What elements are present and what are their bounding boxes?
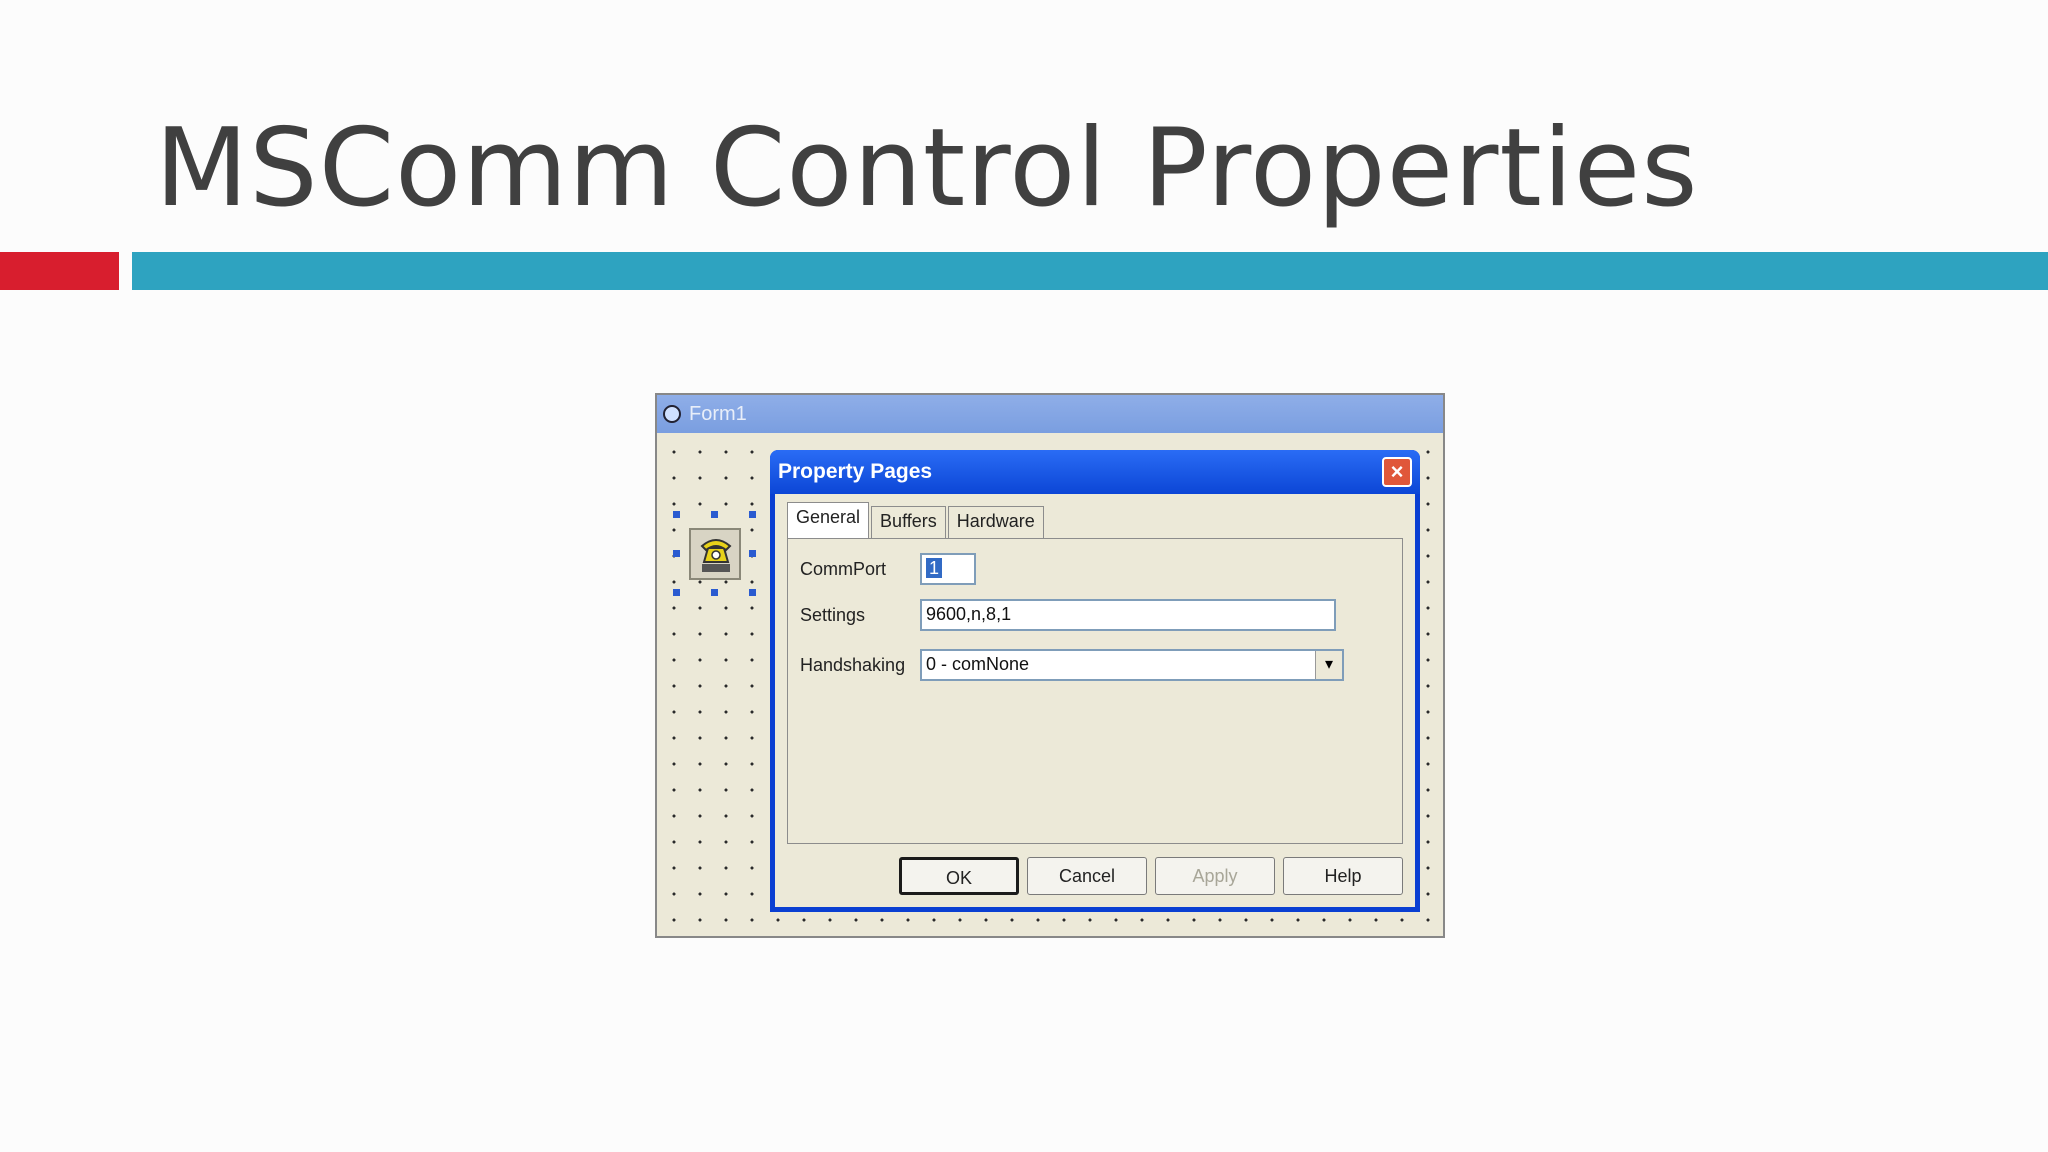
commport-label: CommPort bbox=[800, 558, 887, 579]
tab-buffers[interactable]: Buffers bbox=[871, 506, 946, 539]
tab-hardware[interactable]: Hardware bbox=[947, 506, 1044, 539]
help-button[interactable]: Help bbox=[1283, 857, 1403, 895]
ok-button[interactable]: OK bbox=[899, 857, 1019, 895]
form1-title: Form1 bbox=[689, 402, 747, 425]
title-accent-teal-bar bbox=[132, 252, 2048, 290]
handshaking-label: Handshaking bbox=[800, 654, 906, 675]
cancel-button[interactable]: Cancel bbox=[1027, 857, 1147, 895]
selection-handle[interactable] bbox=[673, 589, 680, 596]
dialog-button-bar: OK Cancel Apply Help bbox=[899, 857, 1403, 895]
tab-strip: General Buffers Hardware bbox=[787, 502, 1046, 539]
selection-handle[interactable] bbox=[711, 589, 718, 596]
tab-general[interactable]: General bbox=[787, 502, 870, 539]
settings-row: Settings 9600,n,8,1 bbox=[800, 599, 1336, 631]
commport-value: 1 bbox=[926, 558, 943, 578]
property-pages-dialog[interactable]: Property Pages × General Buffers Hardwar… bbox=[770, 450, 1420, 912]
settings-input[interactable]: 9600,n,8,1 bbox=[920, 599, 1336, 631]
slide-title: MSComm Control Properties bbox=[155, 106, 1699, 231]
settings-label: Settings bbox=[800, 604, 866, 625]
mscomm-control[interactable] bbox=[689, 528, 741, 580]
selection-handle[interactable] bbox=[749, 550, 756, 557]
selection-handle[interactable] bbox=[749, 589, 756, 596]
handshaking-select[interactable]: 0 - comNone ▾ bbox=[920, 649, 1344, 681]
dialog-titlebar[interactable]: Property Pages × bbox=[770, 450, 1420, 494]
title-accent-red-bar bbox=[0, 252, 119, 290]
chevron-down-icon[interactable]: ▾ bbox=[1315, 651, 1342, 679]
form-icon bbox=[663, 405, 681, 423]
commport-row: CommPort 1 bbox=[800, 553, 976, 585]
form1-titlebar[interactable]: Form1 bbox=[657, 395, 1443, 433]
dialog-title: Property Pages bbox=[778, 460, 933, 483]
selection-handle[interactable] bbox=[711, 511, 718, 518]
selection-handle[interactable] bbox=[673, 550, 680, 557]
selection-handle[interactable] bbox=[673, 511, 680, 518]
selection-handle[interactable] bbox=[749, 511, 756, 518]
telephone-icon bbox=[700, 539, 732, 572]
general-tab-panel: CommPort 1 Settings 9600,n,8,1 Handshaki… bbox=[787, 538, 1403, 844]
commport-input[interactable]: 1 bbox=[920, 553, 976, 585]
dialog-client-area: General Buffers Hardware CommPort 1 Sett… bbox=[775, 494, 1415, 907]
handshaking-value: 0 - comNone bbox=[926, 654, 1030, 674]
close-icon[interactable]: × bbox=[1382, 457, 1412, 487]
handshaking-row: Handshaking 0 - comNone ▾ bbox=[800, 649, 1344, 681]
apply-button: Apply bbox=[1155, 857, 1275, 895]
